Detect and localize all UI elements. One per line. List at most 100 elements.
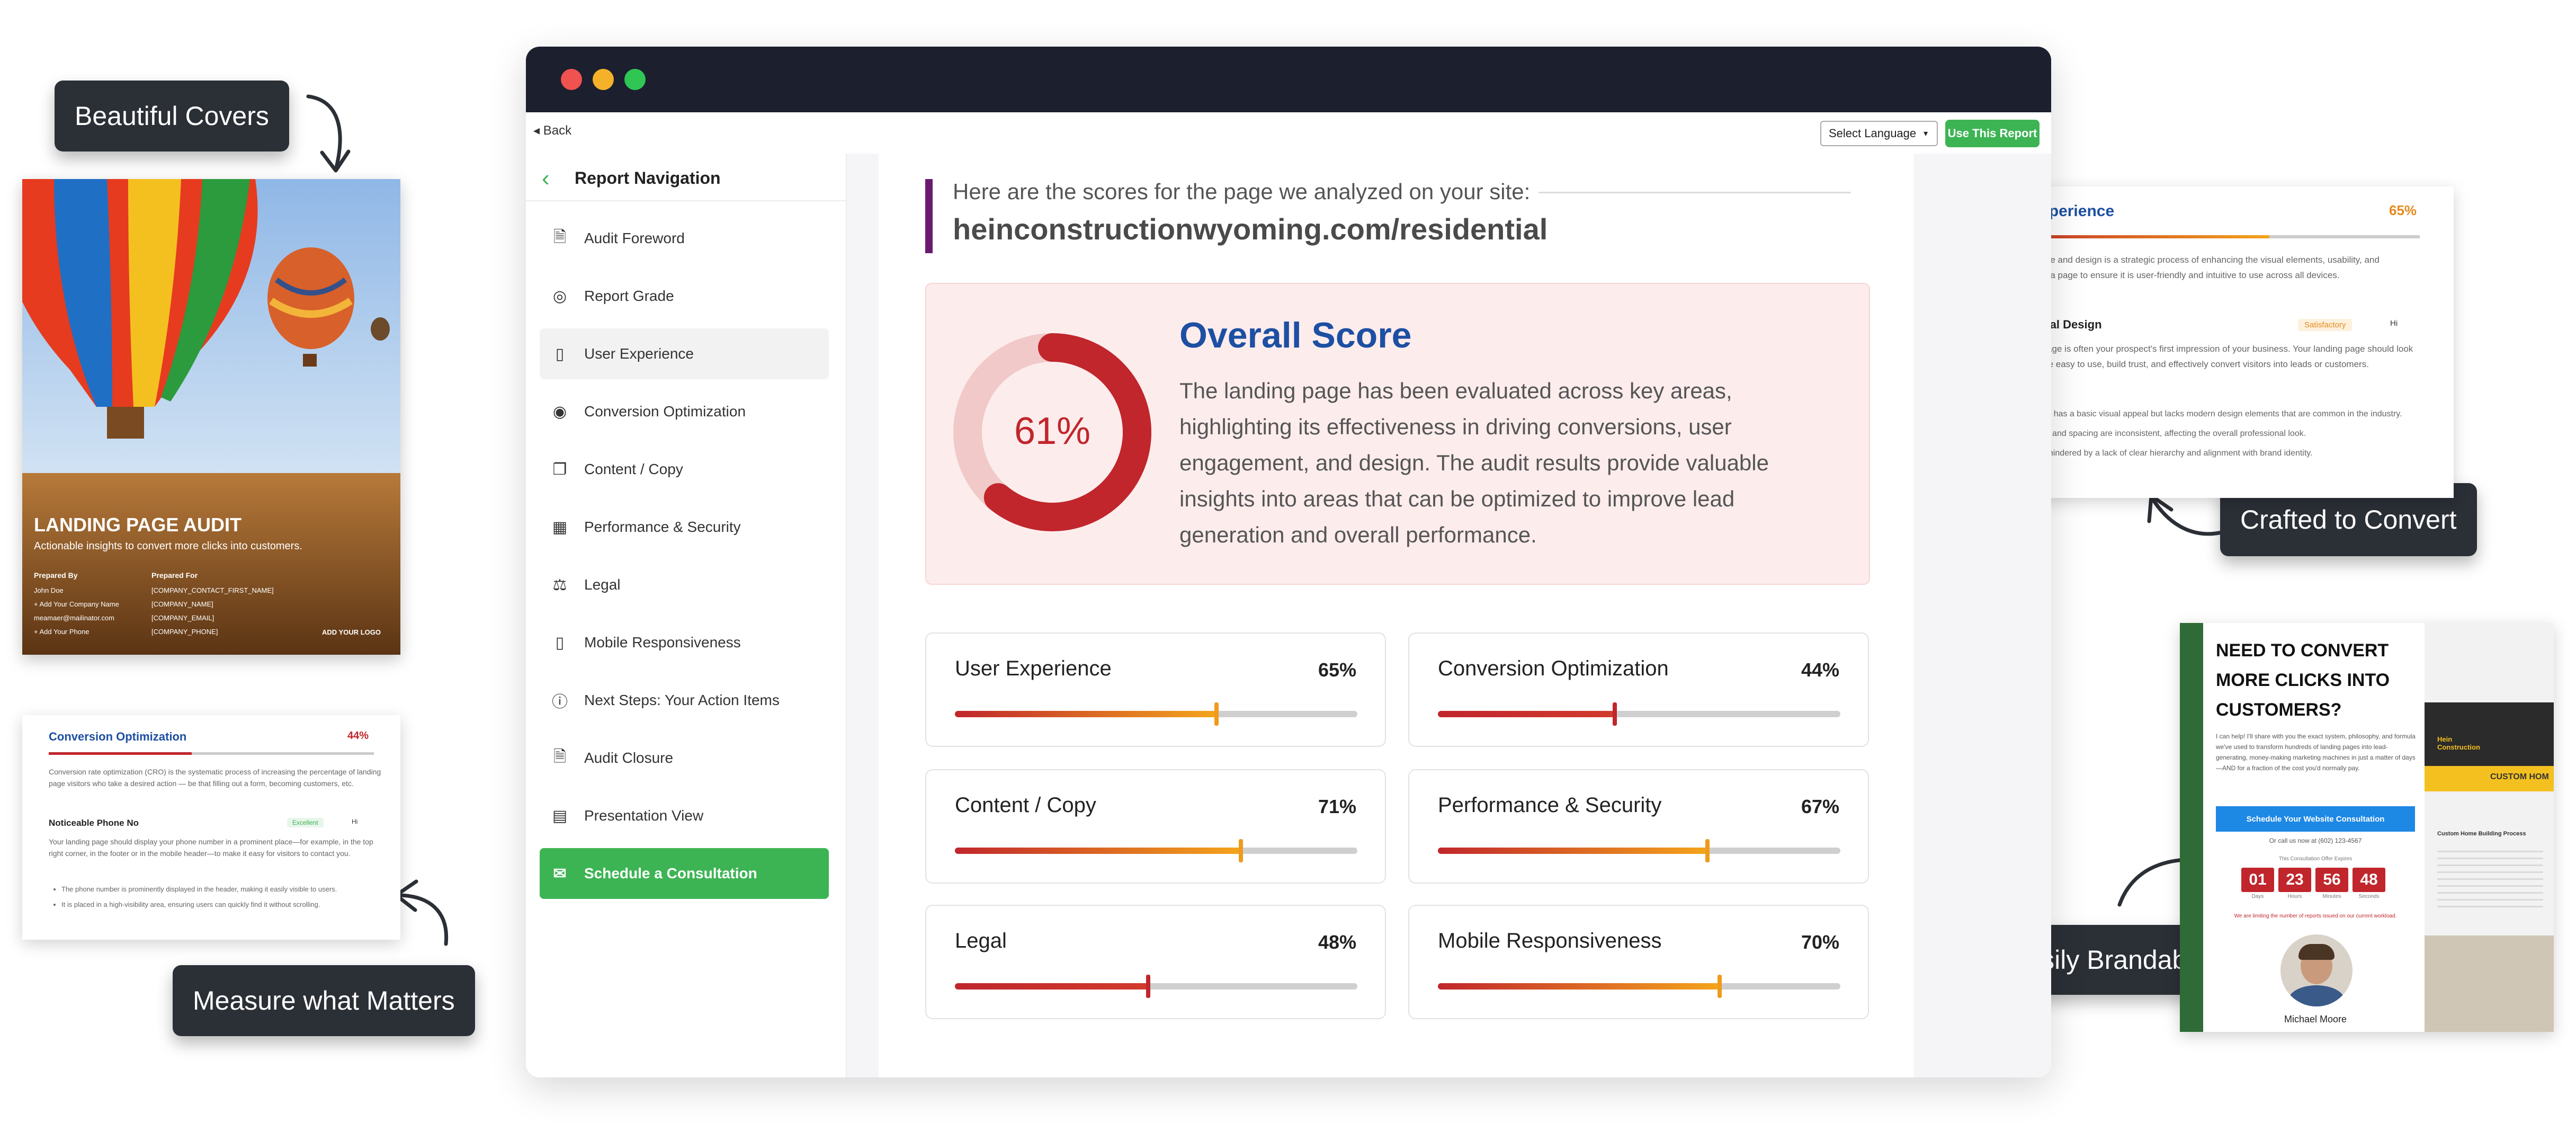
report-app-window: ◂ Back Select Language ▾ Use This Report … [526, 47, 2051, 1077]
sidebar-title: Report Navigation [575, 168, 721, 188]
score-bar-marker [1705, 839, 1710, 862]
sidebar-item-presentation-view[interactable]: ▤ Presentation View [540, 790, 829, 841]
brandable-consultation-preview: Hein Construction CUSTOM HOM Custom Home… [2180, 623, 2554, 1032]
score-bar-marker [1613, 702, 1617, 726]
overall-score-ring: 61% [953, 333, 1151, 531]
sidebar-item-next-steps-your-action-items[interactable]: ⓘ Next Steps: Your Action Items [540, 675, 829, 726]
card-bullet: The phone number is prominently displaye… [61, 884, 384, 895]
sidebar-item-audit-foreword[interactable]: 🗎 Audit Foreword [540, 213, 829, 264]
sidebar-item-label: Next Steps: Your Action Items [584, 692, 780, 708]
score-bar-marker [1146, 975, 1150, 998]
maximize-window-button[interactable] [624, 69, 646, 90]
countdown-label: Days [2251, 894, 2264, 899]
overall-score-title: Overall Score [1179, 315, 1412, 355]
score-bar-marker [1718, 975, 1722, 998]
site-brand: Hein Construction [2437, 735, 2480, 751]
cover-subtitle: Actionable insights to convert more clic… [34, 540, 302, 552]
score-bar-track [1438, 839, 1840, 862]
report-navigation-sidebar: ‹ Report Navigation 🗎 Audit Foreword ◎ Repo… [526, 154, 847, 1077]
countdown-unit: 56 Minutes [2315, 868, 2348, 899]
countdown-value: 56 [2315, 868, 2348, 892]
card-score-track [49, 752, 374, 755]
score-bar-track [955, 975, 1357, 998]
language-select[interactable]: Select Language ▾ [1820, 121, 1938, 146]
document-icon: 🗎 [553, 747, 567, 765]
site-heading: Custom Home Building Process [2437, 831, 2526, 837]
score-card: Legal 48% [925, 905, 1386, 1019]
countdown-value: 48 [2353, 868, 2385, 892]
card-percent: 65% [2389, 202, 2417, 218]
analyzed-url: heinconstructionwyoming.com/residential [953, 212, 1548, 246]
speed-icon: ▦ [552, 518, 568, 536]
report-toolbar: ◂ Back Select Language ▾ Use This Report [526, 112, 2051, 154]
overall-score-panel: 61% Overall Score The landing page has b… [925, 283, 1870, 585]
presentation-icon: ▤ [552, 807, 568, 825]
countdown-timer: 01 Days 23 Hours 56 Minutes 48 Seconds [2241, 868, 2385, 899]
countdown-unit: 23 Hours [2278, 868, 2311, 899]
countdown-label: Minutes [2322, 894, 2341, 899]
avatar [2280, 934, 2353, 1006]
card-bullet: It is placed in a high-visibility area, … [61, 899, 384, 910]
sidebar-item-label: User Experience [584, 345, 694, 362]
curved-arrow-icon [306, 94, 351, 173]
info-icon: ⓘ [552, 693, 568, 711]
chevron-left-icon[interactable]: ‹ [542, 165, 550, 192]
score-bar-track [1438, 975, 1840, 998]
sidebar-item-legal[interactable]: ⚖ Legal [540, 559, 829, 610]
sidebar-item-label: Content / Copy [584, 461, 683, 477]
close-window-button[interactable] [561, 69, 582, 90]
score-card-name: Mobile Responsiveness [1438, 929, 1662, 952]
score-card-percent: 71% [1318, 796, 1356, 817]
call-text: Or call us now at (602) 123-4567 [2269, 837, 2362, 844]
score-card-percent: 48% [1318, 931, 1356, 953]
sidebar-item-label: Audit Closure [584, 750, 674, 766]
target-icon: ◉ [552, 403, 567, 421]
card-subheading: Noticeable Phone No [49, 818, 139, 828]
chat-icon: ✉ [553, 864, 567, 883]
sidebar-item-schedule-a-consultation[interactable]: ✉ Schedule a Consultation [540, 848, 829, 899]
countdown-value: 23 [2278, 868, 2311, 892]
mobile-icon: ▯ [555, 345, 565, 363]
sidebar-item-user-experience[interactable]: ▯ User Experience [540, 328, 829, 379]
satisfactory-badge: Satisfactory [2298, 319, 2353, 331]
score-bar-track [955, 839, 1357, 862]
score-bar-fill [1438, 711, 1615, 717]
prepared-by-line: + Add Your Company Name [34, 600, 119, 608]
sidebar-item-content-copy[interactable]: ❐ Content / Copy [540, 444, 829, 495]
score-card: Mobile Responsiveness 70% [1408, 905, 1869, 1019]
sidebar-item-mobile-responsiveness[interactable]: ▯ Mobile Responsiveness [540, 617, 829, 668]
countdown-label: Seconds [2358, 894, 2380, 899]
sidebar-item-label: Conversion Optimization [584, 403, 746, 420]
offer-expires-text: This Consultation Offer Expires [2278, 856, 2353, 862]
sidebar-item-label: Report Grade [584, 288, 674, 304]
measure-what-matters-tag: Measure what Matters [173, 965, 475, 1036]
sidebar-item-conversion-optimization[interactable]: ◉ Conversion Optimization [540, 386, 829, 437]
countdown-label: Hours [2287, 894, 2302, 899]
card-score-track [1990, 235, 2420, 238]
back-arrow-icon: ◂ [533, 123, 543, 138]
score-bar-fill [1438, 983, 1720, 990]
cover-logo-placeholder: ADD YOUR LOGO [322, 628, 381, 636]
sidebar-item-report-grade[interactable]: ◎ Report Grade [540, 271, 829, 322]
overall-score-description: The landing page has been evaluated acro… [1179, 378, 1769, 547]
back-link[interactable]: ◂ Back [533, 123, 571, 138]
cover-title: LANDING PAGE AUDIT [34, 514, 241, 536]
sidebar-item-label: Schedule a Consultation [584, 865, 757, 881]
sidebar-item-performance-security[interactable]: ▦ Performance & Security [540, 502, 829, 552]
score-card-name: Legal [955, 929, 1007, 952]
use-this-report-button[interactable]: Use This Report [1945, 120, 2040, 147]
score-bar-fill [955, 983, 1148, 990]
document-icon: 🗎 [553, 228, 567, 246]
score-bar-fill [1438, 848, 1708, 854]
minimize-window-button[interactable] [593, 69, 614, 90]
schedule-consultation-button[interactable]: Schedule Your Website Consultation [2216, 806, 2415, 832]
sidebar-item-audit-closure[interactable]: 🗎 Audit Closure [540, 733, 829, 783]
site-tagline: CUSTOM HOM [2490, 772, 2549, 781]
score-bar-track [955, 702, 1357, 726]
card-intro: Conversion rate optimization (CRO) is th… [49, 768, 381, 788]
card-intro: User experience and design is a strategi… [1990, 255, 2380, 280]
prepared-for-line: [COMPANY_CONTACT_FIRST_NAME] [151, 586, 274, 594]
window-titlebar [526, 47, 2051, 112]
card-bullet: Typography and spacing are inconsistent,… [2006, 426, 2429, 441]
countdown-unit: 48 Seconds [2353, 868, 2385, 899]
